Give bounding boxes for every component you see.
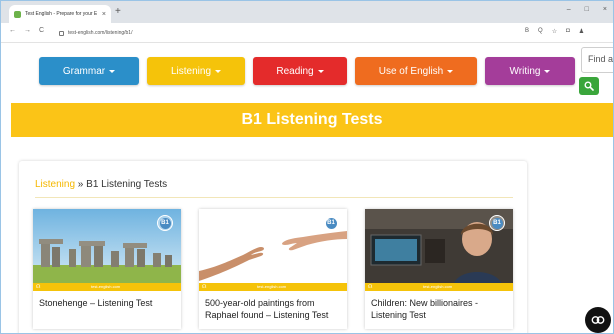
nav-use-of-english-label: Use of English [378,65,444,77]
card-strip: ☊ test-english.com [33,283,181,291]
card-strip-label: test-english.com [91,284,121,289]
browser-nav-buttons: ← → C [9,27,44,34]
address-bar-row: ← → C test-english.com/listening/b1/ B Q… [1,23,613,43]
nav-listening-button[interactable]: Listening [147,57,245,85]
close-tab-icon[interactable]: × [102,11,106,18]
level-badge: B1 [157,215,173,231]
page-title: B1 Listening Tests [241,111,383,128]
level-badge: B1 [489,215,505,231]
browser-tab-title: Test English - Prepare for your E [25,11,98,17]
chat-icon [591,316,605,324]
url-field[interactable]: test-english.com/listening/b1/ [59,27,469,39]
window-controls: – □ × [567,6,607,13]
card-strip-label: test-english.com [257,284,287,289]
translate-icon[interactable]: B [525,28,529,35]
test-card-raphael[interactable]: B1 ☊ test-english.com 500-year-old paint… [199,209,347,329]
level-badge-label: B1 [325,217,337,229]
breadcrumb: Listening » B1 Listening Tests [35,179,167,190]
headphones-icon: ☊ [202,284,207,290]
nav-reading-button[interactable]: Reading [253,57,347,85]
profile-icon[interactable]: ♟ [579,28,584,35]
sidebar-icon[interactable]: ◘ [566,28,570,35]
card-title[interactable]: Children: New billionaires - Listening T… [371,297,509,321]
zoom-icon[interactable]: Q [538,28,543,35]
level-badge: B1 [323,215,339,231]
headphones-icon: ☊ [36,284,41,290]
search-input[interactable]: Find a [581,47,613,73]
lock-icon [59,30,64,36]
site-favicon-icon [14,10,21,18]
minimize-button[interactable]: – [567,6,571,13]
browser-tab-bar: Test English - Prepare for your E × + – … [1,1,613,23]
breadcrumb-separator: » [75,179,87,190]
search-icon [584,81,594,91]
caret-down-icon [215,69,222,73]
caret-down-icon [447,69,454,73]
test-card-children-billionaires[interactable]: B1 ☊ test-english.com Children: New bill… [365,209,513,329]
chat-button[interactable] [585,307,611,333]
close-window-button[interactable]: × [603,6,607,13]
headphones-icon: ☊ [368,284,373,290]
nav-reading-label: Reading [276,65,314,77]
breadcrumb-link-listening[interactable]: Listening [35,179,75,190]
page-content: Grammar Listening Reading Use of English… [1,43,613,333]
level-badge-label: B1 [159,217,171,229]
tests-panel: Listening » B1 Listening Tests B1 ☊ test… [19,161,527,333]
reload-button[interactable]: C [39,27,44,34]
search-button[interactable] [579,77,599,95]
caret-down-icon [317,69,324,73]
nav-grammar-button[interactable]: Grammar [39,57,139,85]
caret-down-icon [109,69,116,73]
card-strip: ☊ test-english.com [365,283,513,291]
forward-button[interactable]: → [24,27,31,34]
page-title-banner: B1 Listening Tests [11,103,613,137]
nav-use-of-english-button[interactable]: Use of English [355,57,477,85]
back-button[interactable]: ← [9,27,16,34]
card-title[interactable]: 500-year-old paintings from Raphael foun… [205,297,343,321]
nav-writing-button[interactable]: Writing [485,57,575,85]
nav-writing-label: Writing [509,65,541,77]
browser-tab[interactable]: Test English - Prepare for your E × [9,5,111,23]
url-text: test-english.com/listening/b1/ [68,30,133,36]
maximize-button[interactable]: □ [585,6,589,13]
card-title[interactable]: Stonehenge – Listening Test [39,297,177,309]
new-tab-button[interactable]: + [115,7,121,17]
breadcrumb-divider [35,197,513,198]
test-card-stonehenge[interactable]: B1 ☊ test-english.com Stonehenge – Liste… [33,209,181,329]
bookmark-star-icon[interactable]: ☆ [552,28,557,35]
browser-window: Test English - Prepare for your E × + – … [0,0,614,334]
extension-icons: B Q ☆ ◘ ♟ [525,28,584,35]
level-badge-label: B1 [491,217,503,229]
nav-listening-label: Listening [170,65,212,77]
card-strip-label: test-english.com [423,284,453,289]
caret-down-icon [544,69,551,73]
breadcrumb-current: B1 Listening Tests [86,179,168,190]
card-strip: ☊ test-english.com [199,283,347,291]
nav-grammar-label: Grammar [62,65,106,77]
